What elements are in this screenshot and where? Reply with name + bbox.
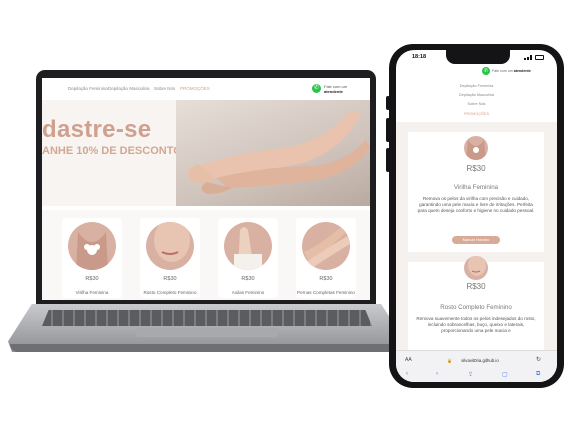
product-name: Rosto Completo Feminino [143,290,197,295]
bookmarks-icon[interactable]: ▢ [502,371,508,378]
laptop-navbar: Depilação Feminina Depilação Masculina S… [42,78,370,100]
hero-banner: dastre-se ANHE 10% DE DESCONTO [42,100,370,206]
product-price: R$30 [241,276,255,282]
product-card: R$30 Virilha Feminina Remova os pelos da… [408,132,544,252]
whatsapp-contact-link[interactable]: Fale com um atendente [492,69,531,73]
tabs-icon[interactable]: ⧉ [536,371,540,378]
product-card: R$30 Rosto Completo Feminino Remova suav… [408,256,544,352]
phone-products-list: R$30 Virilha Feminina Remova os pelos da… [396,122,557,352]
laptop-screen: Depilação Feminina Depilação Masculina S… [42,78,370,300]
product-price: R$30 [163,276,177,282]
product-image-rosto [146,222,194,270]
product-image-virilha [464,136,488,160]
hero-legs-photo [176,100,370,206]
product-title: Virilha Feminina [453,184,499,191]
reload-icon[interactable]: ↻ [536,356,541,363]
phone-screen: 18:18 ✆ Fale com um atendente Depilação … [396,50,557,382]
product-description: Remova os pelos da virilha com precisão … [417,196,535,214]
product-image-virilha [68,222,116,270]
product-name: Pernas Completas Feminino [297,290,355,295]
legs-illustration [186,110,370,194]
browser-address-bar[interactable]: AA 🔒 silvavit0ria.github.io ↻ ‹ › ⇪ ▢ ⧉ [396,350,557,382]
back-icon[interactable]: ‹ [406,371,408,377]
nav-link-sobre-nos[interactable]: Sobre Nós [396,102,557,106]
product-price: R$30 [466,164,486,173]
nav-link-depilacao-feminina[interactable]: Depilação Feminina [396,84,557,88]
status-icons [524,55,544,60]
nav-link-depilacao-feminina[interactable]: Depilação Feminina [68,86,108,91]
product-name: Virilha Feminina [75,290,109,295]
forward-icon[interactable]: › [436,371,438,377]
whatsapp-label: Fale com um [492,69,513,73]
nav-link-sobre-nos[interactable]: Sobre Nós [154,86,175,91]
products-section: R$30 Virilha Feminina R$30 Rosto Complet… [42,210,370,300]
hero-heading: dastre-se [42,116,152,143]
book-appointment-button[interactable]: Marcar Horario [452,236,500,244]
product-image-axilas [224,222,272,270]
phone-notch [446,50,510,64]
product-image-pernas [302,222,350,270]
whatsapp-icon[interactable]: ✆ [482,67,490,75]
product-card[interactable]: R$30 Axilas Feminino [218,218,278,298]
browser-toolbar: ‹ › ⇪ ▢ ⧉ [404,371,549,379]
whatsapp-icon[interactable]: ✆ [312,84,321,93]
product-name: Axilas Feminino [231,290,265,295]
product-price: R$30 [85,276,99,282]
product-price: R$30 [319,276,333,282]
whatsapp-label-bold: atendente [324,89,343,94]
product-price: R$30 [466,282,486,291]
laptop-keyboard [42,310,372,326]
whatsapp-label-bold: atendente [513,69,531,73]
nav-link-promocoes[interactable]: PROMOÇÕES [396,112,557,116]
product-image-rosto [464,256,488,280]
product-description: Remova suavemente todos os pelos indesej… [416,316,536,334]
laptop-front-edge [10,344,403,352]
status-time: 18:18 [412,54,427,60]
product-card[interactable]: R$30 Pernas Completas Feminino [296,218,356,298]
device-mockup-scene: Depilação Feminina Depilação Masculina S… [0,0,585,426]
text-size-button[interactable]: AA [405,357,412,363]
laptop-trackpad [136,328,278,337]
product-card[interactable]: R$30 Virilha Feminina [62,218,122,298]
nav-link-depilacao-masculina[interactable]: Depilação Masculina [396,93,557,97]
share-icon[interactable]: ⇪ [468,371,473,378]
nav-link-depilacao-masculina[interactable]: Depilação Masculina [108,86,150,91]
product-card[interactable]: R$30 Rosto Completo Feminino [140,218,200,298]
nav-link-promocoes[interactable]: PROMOÇÕES [180,86,210,91]
hero-subheading: ANHE 10% DE DESCONTO [42,145,182,157]
product-title: Rosto Completo Feminino [440,304,512,311]
battery-icon [535,55,544,60]
url-text[interactable]: silvavit0ria.github.io [440,358,520,363]
whatsapp-contact-link[interactable]: Fale com um atendente [324,84,364,94]
